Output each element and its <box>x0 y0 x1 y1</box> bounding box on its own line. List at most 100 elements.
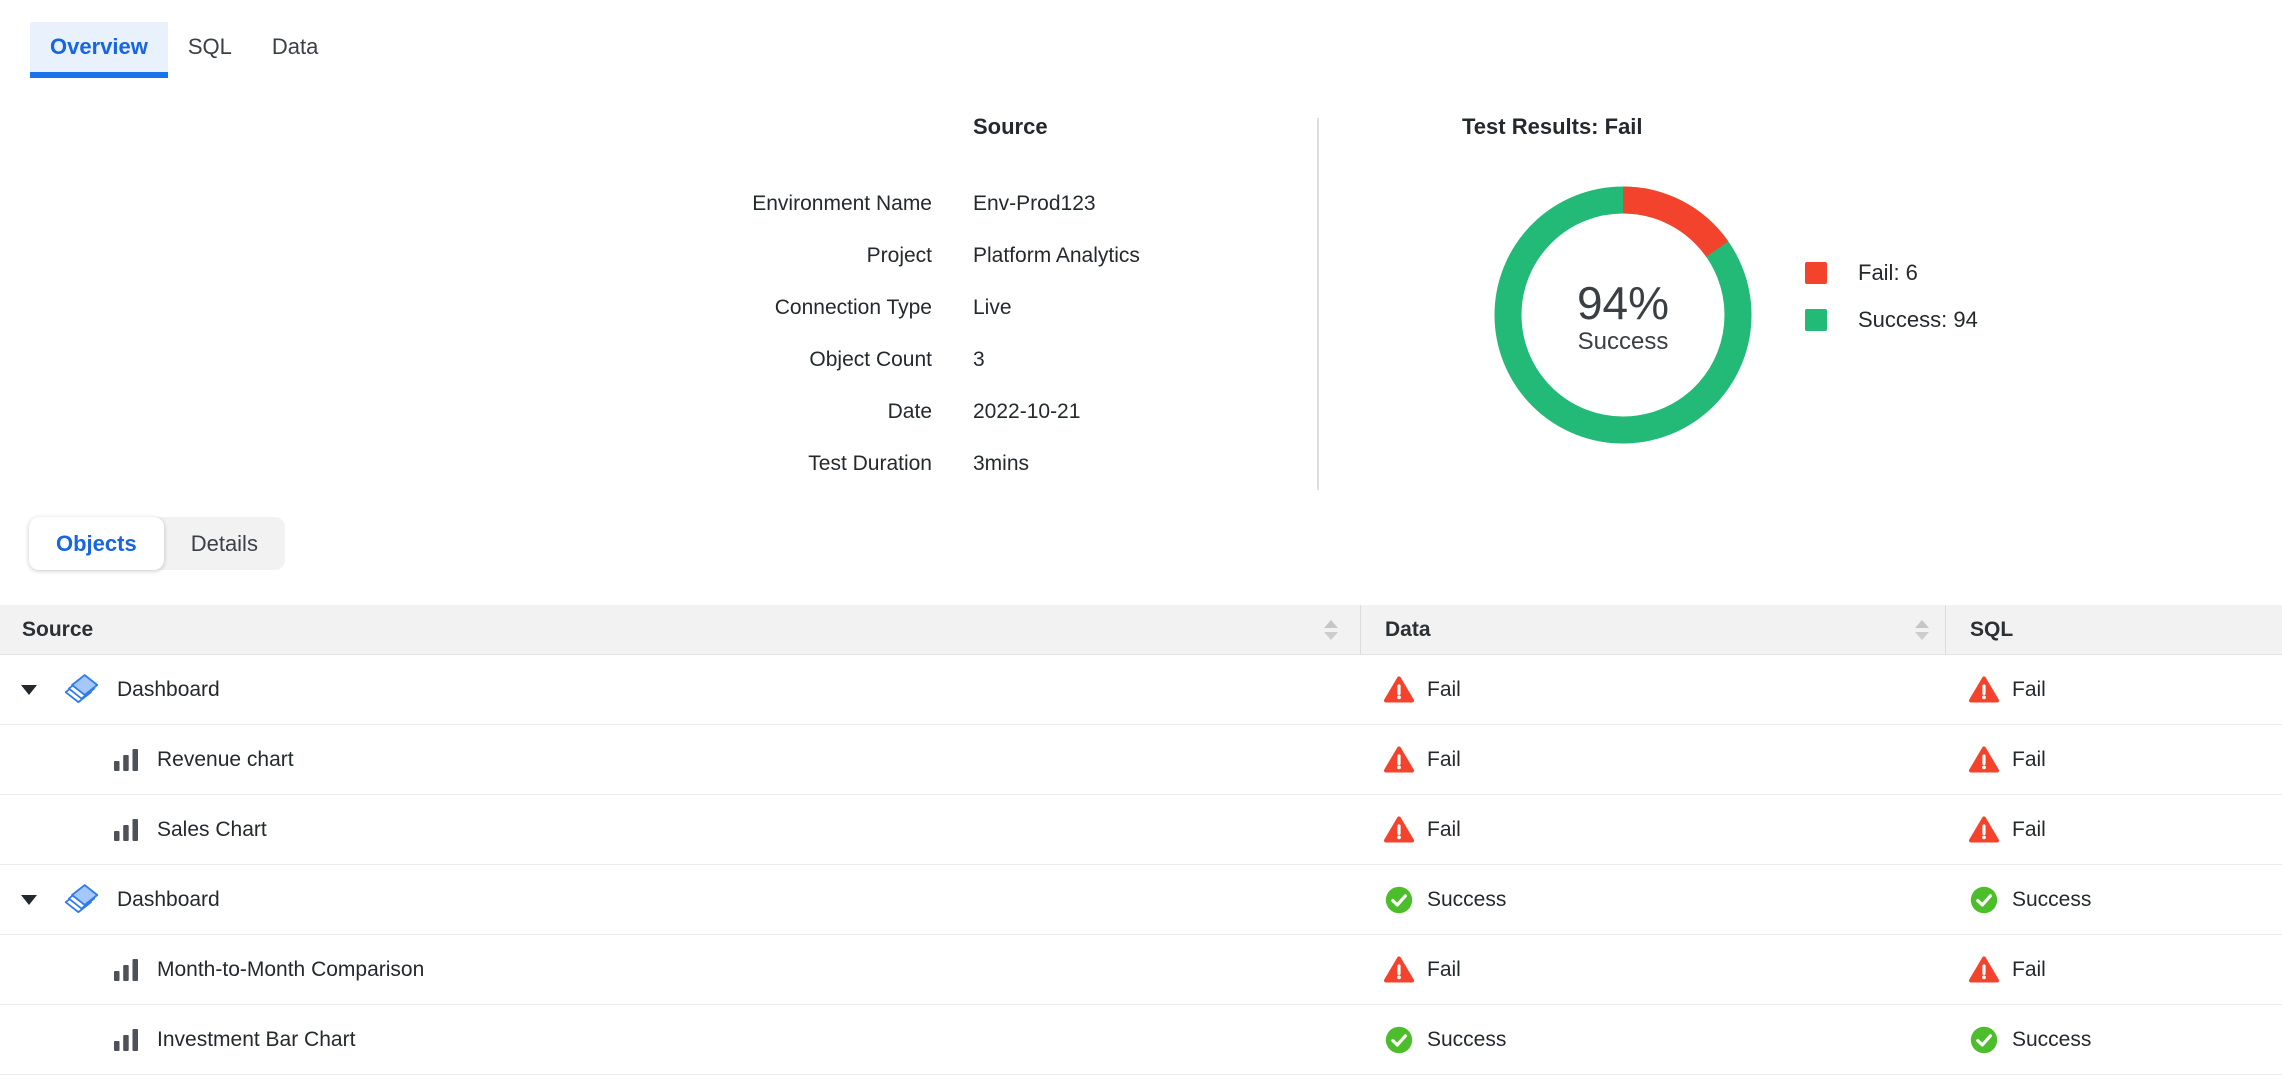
toggle-details[interactable]: Details <box>164 517 285 570</box>
status-cell: Fail <box>1360 795 1945 864</box>
source-info-grid: Environment Name Env-Prod123 Project Plat… <box>640 178 1140 490</box>
bar-chart-icon <box>112 1026 140 1054</box>
collapse-caret-icon[interactable] <box>21 685 37 695</box>
status-label: Success <box>2012 1028 2091 1052</box>
fail-warning-icon <box>1969 815 1999 845</box>
source-field-value: 2022-10-21 <box>973 386 1140 438</box>
object-name: Investment Bar Chart <box>157 1028 355 1052</box>
source-field-label: Connection Type <box>640 282 932 334</box>
source-field-label: Environment Name <box>640 178 932 230</box>
source-field-value: 3mins <box>973 438 1140 490</box>
source-field-value: Live <box>973 282 1140 334</box>
object-name: Revenue chart <box>157 748 294 772</box>
fail-warning-icon <box>1384 675 1414 705</box>
status-cell: Success <box>1360 1005 1945 1074</box>
sort-icon[interactable] <box>1324 620 1338 640</box>
fail-warning-icon <box>1969 955 1999 985</box>
source-field-value: Platform Analytics <box>973 230 1140 282</box>
status-cell: Success <box>1360 865 1945 934</box>
status-cell: Fail <box>1360 655 1945 724</box>
sort-up-arrow-icon <box>1915 620 1929 628</box>
status-cell: Fail <box>1945 795 2282 864</box>
success-check-icon <box>1969 885 1999 915</box>
table-body: Dashboard Fail Fail Revenue char <box>0 655 2282 1075</box>
table-row[interactable]: Dashboard Fail Fail <box>0 655 2282 725</box>
source-field-value: Env-Prod123 <box>973 178 1140 230</box>
tab-overview[interactable]: Overview <box>30 22 168 78</box>
success-check-icon <box>1969 1025 1999 1055</box>
source-cell: Dashboard <box>0 655 1360 724</box>
legend-swatch-icon <box>1805 262 1827 284</box>
object-name: Dashboard <box>117 888 220 912</box>
success-check-icon <box>1384 1025 1414 1055</box>
status-label: Fail <box>1427 748 1461 772</box>
tab-sql[interactable]: SQL <box>168 22 252 78</box>
sort-icon[interactable] <box>1915 620 1929 640</box>
tab-bar: OverviewSQLData <box>30 22 338 78</box>
donut-percent-label: 94% <box>1577 279 1669 327</box>
source-field-label: Test Duration <box>640 438 932 490</box>
dashboard-icon <box>63 883 100 916</box>
chart-legend: Fail: 6 Success: 94 <box>1805 260 1978 333</box>
source-field-label: Project <box>640 230 932 282</box>
table-header-row: Source Data SQL <box>0 605 2282 655</box>
column-header-source[interactable]: Source <box>0 605 1360 654</box>
source-cell: Revenue chart <box>0 725 1360 794</box>
legend-label: Success: 94 <box>1858 307 1978 333</box>
objects-table: Source Data SQL Dashboard Fail <box>0 605 2282 1075</box>
table-row[interactable]: Month-to-Month Comparison Fail Fail <box>0 935 2282 1005</box>
fail-warning-icon <box>1384 745 1414 775</box>
tab-data[interactable]: Data <box>252 22 338 78</box>
object-name: Dashboard <box>117 678 220 702</box>
collapse-caret-icon[interactable] <box>21 895 37 905</box>
table-row[interactable]: Sales Chart Fail Fail <box>0 795 2282 865</box>
source-cell: Investment Bar Chart <box>0 1005 1360 1074</box>
source-cell: Month-to-Month Comparison <box>0 935 1360 1004</box>
status-label: Fail <box>2012 748 2046 772</box>
table-row[interactable]: Revenue chart Fail Fail <box>0 725 2282 795</box>
donut-sublabel: Success <box>1578 328 1669 357</box>
source-field-label: Object Count <box>640 334 932 386</box>
fail-warning-icon <box>1384 815 1414 845</box>
column-header-sql[interactable]: SQL <box>1945 605 2282 654</box>
source-field-value: 3 <box>973 334 1140 386</box>
legend-label: Fail: 6 <box>1858 260 1918 286</box>
status-label: Fail <box>2012 678 2046 702</box>
legend-item: Fail: 6 <box>1805 260 1978 286</box>
bar-chart-icon <box>112 956 140 984</box>
status-label: Fail <box>1427 678 1461 702</box>
bar-chart-icon <box>112 816 140 844</box>
status-label: Fail <box>1427 958 1461 982</box>
sort-down-arrow-icon <box>1915 632 1929 640</box>
table-row[interactable]: Investment Bar Chart Success Success <box>0 1005 2282 1075</box>
panel-divider <box>1317 118 1319 490</box>
fail-warning-icon <box>1969 745 1999 775</box>
source-panel-title: Source <box>973 114 1048 140</box>
status-cell: Fail <box>1945 725 2282 794</box>
fail-warning-icon <box>1969 675 1999 705</box>
column-header-data[interactable]: Data <box>1360 605 1945 654</box>
fail-warning-icon <box>1384 955 1414 985</box>
object-name: Month-to-Month Comparison <box>157 958 424 982</box>
status-cell: Fail <box>1360 725 1945 794</box>
success-check-icon <box>1384 885 1414 915</box>
object-name: Sales Chart <box>157 818 267 842</box>
status-label: Fail <box>2012 818 2046 842</box>
status-cell: Fail <box>1360 935 1945 1004</box>
legend-item: Success: 94 <box>1805 307 1978 333</box>
donut-center-label: 94% Success <box>1492 184 1754 446</box>
status-cell: Fail <box>1945 655 2282 724</box>
table-row[interactable]: Dashboard Success Success <box>0 865 2282 935</box>
status-cell: Fail <box>1945 935 2282 1004</box>
test-results-title: Test Results: Fail <box>1462 114 1643 140</box>
view-toggle: ObjectsDetails <box>29 517 285 570</box>
legend-swatch-icon <box>1805 309 1827 331</box>
status-cell: Success <box>1945 1005 2282 1074</box>
status-label: Fail <box>2012 958 2046 982</box>
toggle-objects[interactable]: Objects <box>29 517 164 570</box>
status-cell: Success <box>1945 865 2282 934</box>
dashboard-icon <box>63 673 100 706</box>
bar-chart-icon <box>112 746 140 774</box>
page: OverviewSQLData Source Environment Name … <box>0 0 2282 1089</box>
source-cell: Sales Chart <box>0 795 1360 864</box>
